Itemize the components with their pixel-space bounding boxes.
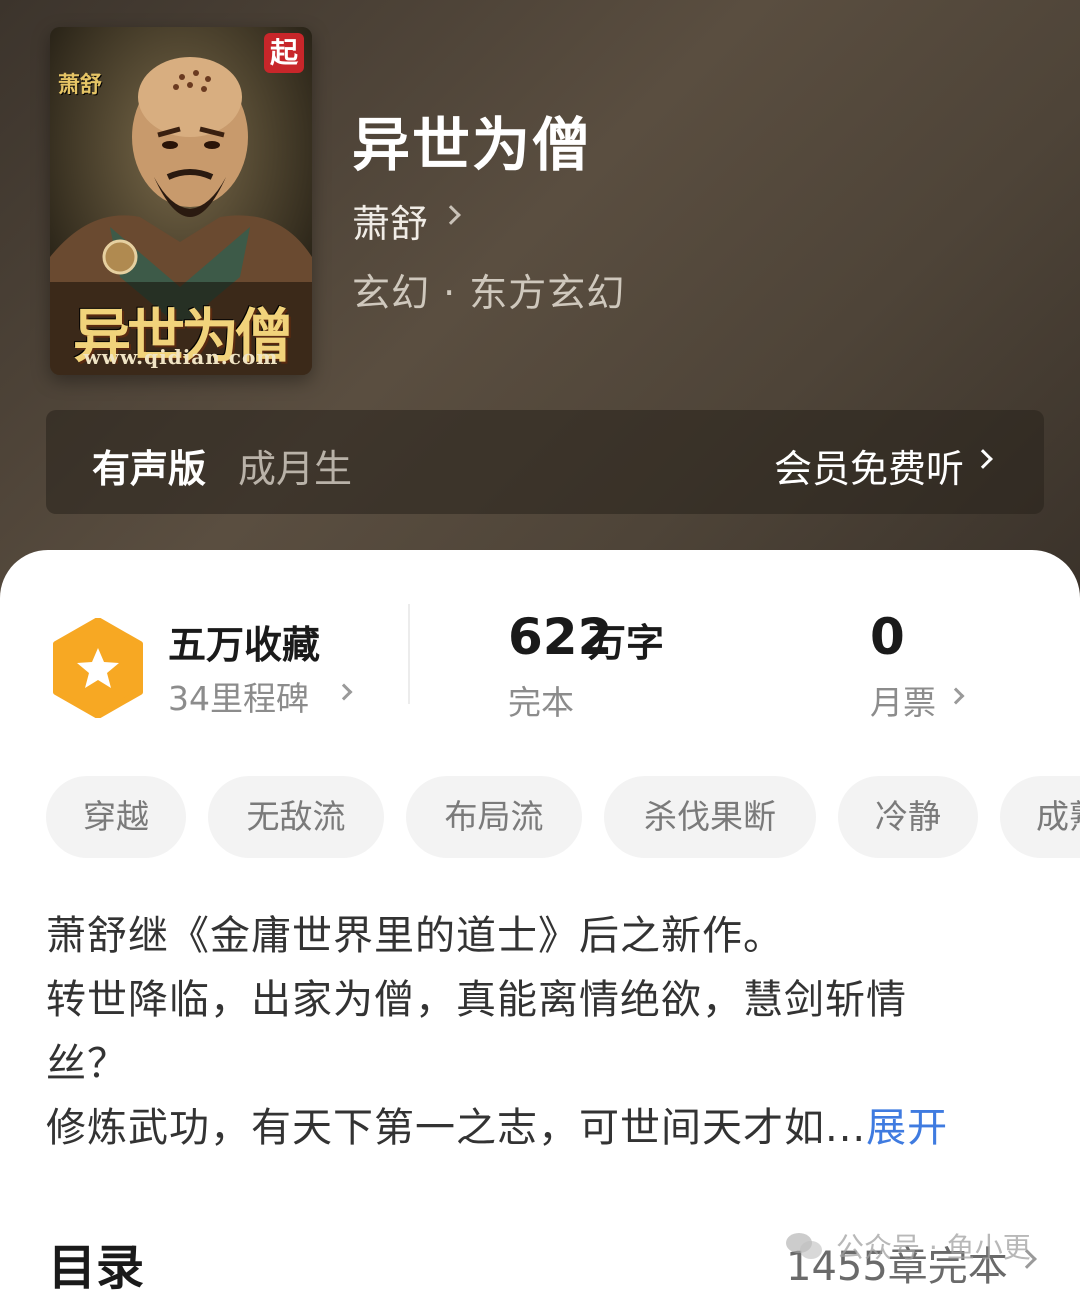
- book-header: 萧舒 起 异世为僧 www.qidian.com 异世为僧 萧舒 玄幻 · 东方…: [0, 0, 1080, 600]
- milestone-star-icon: [53, 618, 143, 718]
- audio-version-bar[interactable]: 有声版 成月生 会员免费听: [46, 410, 1044, 514]
- description-line: 萧舒继《金庸世界里的道士》后之新作。: [46, 913, 784, 959]
- toc-title[interactable]: 目录: [48, 1228, 144, 1291]
- word-count-unit: 万字: [588, 621, 665, 665]
- audio-label: 有声版: [92, 447, 207, 491]
- stats-divider: [408, 604, 410, 704]
- chevron-right-icon: [441, 205, 461, 225]
- monthly-ticket-count[interactable]: 0: [870, 608, 905, 666]
- expand-link[interactable]: 展开: [866, 1105, 948, 1151]
- book-description: 萧舒继《金庸世界里的道士》后之新作。 转世降临，出家为僧，真能离情绝欲，慧剑斩情…: [46, 904, 1026, 1160]
- completion-status: 完本: [508, 683, 574, 722]
- tag-chip[interactable]: 无敌流: [208, 776, 384, 858]
- favorites-count[interactable]: 五万收藏: [168, 614, 320, 669]
- watermark-text: 公众号 · 鱼小更: [836, 1231, 1031, 1264]
- cover-author-text: 萧舒: [58, 73, 103, 98]
- tag-chip[interactable]: 冷静: [838, 776, 978, 858]
- description-line: 修炼武功，有天下第一之志，可世间天才如...: [46, 1105, 867, 1151]
- monthly-ticket-label[interactable]: 月票: [870, 676, 936, 724]
- description-line: 转世降临，出家为僧，真能离情绝欲，慧剑斩情: [46, 977, 907, 1023]
- book-genre[interactable]: 玄幻 · 东方玄幻: [352, 262, 625, 317]
- author-link[interactable]: 萧舒: [352, 193, 428, 248]
- audio-narrator: 成月生: [238, 447, 353, 491]
- book-title: 异世为僧: [352, 111, 593, 179]
- book-cover[interactable]: 萧舒 起 异世为僧 www.qidian.com: [50, 27, 312, 375]
- cover-url-text: www.qidian.com: [83, 345, 279, 369]
- qidian-logo: 起: [264, 33, 304, 73]
- chevron-right-icon: [973, 449, 993, 469]
- tag-chip[interactable]: 穿越: [46, 776, 186, 858]
- description-line: 丝？: [46, 1041, 128, 1087]
- tag-chip[interactable]: 布局流: [406, 776, 582, 858]
- wechat-icon: [786, 1233, 822, 1259]
- tag-chip[interactable]: 成熟: [1000, 776, 1080, 858]
- tag-list: 穿越 无敌流 布局流 杀伐果断 冷静 成熟: [0, 776, 1080, 860]
- free-listen-button[interactable]: 会员免费听: [774, 438, 964, 493]
- tag-chip[interactable]: 杀伐果断: [604, 776, 816, 858]
- milestone-count[interactable]: 34里程碑: [168, 672, 309, 720]
